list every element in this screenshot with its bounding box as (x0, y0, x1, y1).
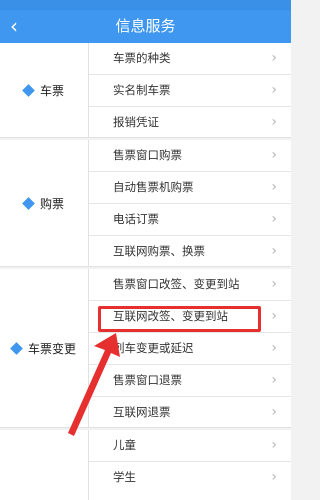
item-label: 自动售票机购票 (113, 180, 194, 194)
category-label-other (0, 430, 89, 500)
category-label-ticket-change: 车票变更 (0, 269, 89, 427)
chevron-right-icon: › (271, 179, 277, 195)
list-item[interactable]: 电话订票 › (89, 204, 291, 236)
category-group-purchase: 购票 售票窗口购票 › 自动售票机购票 › 电话订票 › 互联网购票、换票 › (0, 140, 291, 267)
item-label: 售票窗口购票 (113, 148, 182, 162)
list-item[interactable]: 互联网退票 › (89, 397, 291, 428)
list-item[interactable]: 互联网购票、换票 › (89, 236, 291, 267)
category-group-ticket-change: 车票变更 售票窗口改签、变更到站 › 互联网改签、变更到站 › 列车变更或延迟 › 售… (0, 269, 291, 428)
chevron-right-icon: › (271, 211, 277, 227)
info-service-list: 车票 车票的种类 › 实名制车票 › 报销凭证 › 购票 售票窗口购票 › 自动售票机购… (0, 43, 291, 500)
list-item[interactable]: 学生 › (89, 462, 291, 493)
item-label: 报销凭证 (113, 115, 159, 129)
list-item[interactable]: 儿童 › (89, 430, 291, 462)
list-item-internet-change[interactable]: 互联网改签、变更到站 › (89, 301, 291, 333)
chevron-right-icon: › (271, 147, 277, 163)
chevron-right-icon: › (271, 82, 277, 98)
item-label: 互联网退票 (113, 405, 171, 419)
chevron-right-icon: › (271, 308, 277, 324)
chevron-right-icon: › (271, 243, 277, 259)
category-group-other: 儿童 › 学生 › (0, 430, 291, 500)
item-label: 列车变更或延迟 (113, 341, 194, 355)
item-label: 互联网改签、变更到站 (113, 309, 228, 323)
status-bar (0, 0, 291, 10)
category-label-tickets: 车票 (0, 43, 89, 137)
list-item[interactable]: 售票窗口退票 › (89, 365, 291, 397)
category-title: 车票变更 (27, 341, 76, 356)
chevron-right-icon: › (271, 372, 277, 388)
diamond-icon (22, 83, 35, 97)
diamond-icon (22, 196, 35, 210)
category-group-tickets: 车票 车票的种类 › 实名制车票 › 报销凭证 › (0, 43, 291, 138)
chevron-right-icon: › (271, 114, 277, 130)
item-label: 实名制车票 (113, 83, 171, 97)
category-title: 车票 (39, 83, 64, 98)
item-label: 车票的种类 (113, 51, 171, 65)
chevron-right-icon: › (271, 50, 277, 66)
chevron-right-icon: › (271, 437, 277, 453)
list-item[interactable]: 报销凭证 › (89, 107, 291, 138)
list-item[interactable]: 售票窗口改签、变更到站 › (89, 269, 291, 301)
diamond-icon (10, 341, 23, 355)
chevron-right-icon: › (271, 404, 277, 420)
chevron-right-icon: › (271, 276, 277, 292)
list-item[interactable]: 车票的种类 › (89, 43, 291, 75)
item-label: 电话订票 (113, 212, 159, 226)
app-header: ‹ 信息服务 (0, 10, 291, 43)
list-item[interactable]: 实名制车票 › (89, 75, 291, 107)
item-label: 售票窗口改签、变更到站 (113, 277, 240, 291)
item-label: 售票窗口退票 (113, 373, 182, 387)
page-title: 信息服务 (115, 17, 176, 35)
list-item[interactable]: 自动售票机购票 › (89, 172, 291, 204)
category-label-purchase: 购票 (0, 140, 89, 266)
item-label: 学生 (113, 470, 136, 484)
list-item[interactable]: 售票窗口购票 › (89, 140, 291, 172)
chevron-right-icon: › (271, 469, 277, 485)
category-title: 购票 (39, 196, 64, 211)
item-label: 儿童 (113, 438, 136, 452)
list-item[interactable]: 列车变更或延迟 › (89, 333, 291, 365)
chevron-right-icon: › (271, 340, 277, 356)
item-label: 互联网购票、换票 (113, 244, 205, 258)
